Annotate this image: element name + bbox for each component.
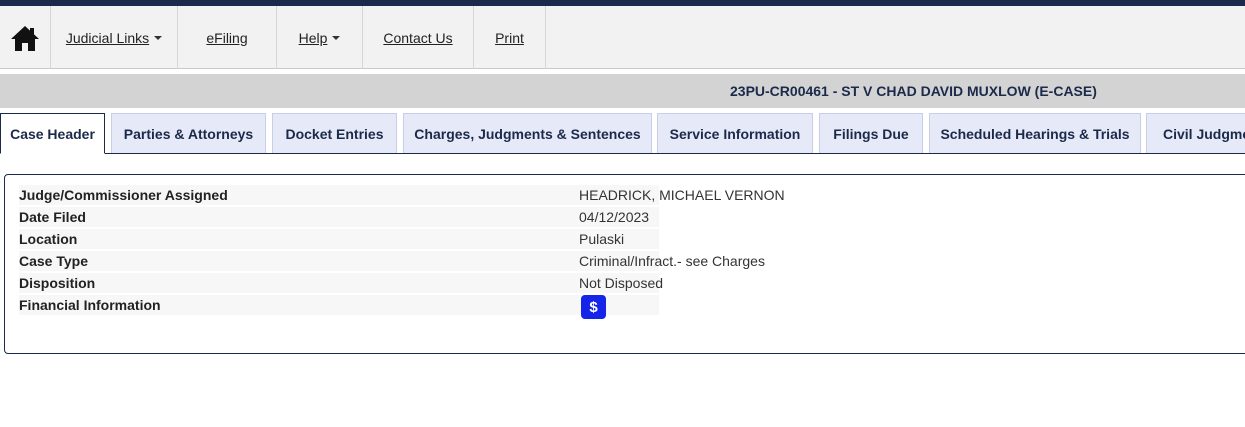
tab-civil-judgments[interactable]: Civil Judgments	[1146, 113, 1245, 153]
tab-docket-entries[interactable]: Docket Entries	[272, 113, 397, 153]
detail-label: Location	[19, 231, 78, 247]
nav-judicial-links[interactable]: Judicial Links	[51, 6, 178, 69]
nav-contact-us[interactable]: Contact Us	[363, 6, 474, 69]
detail-row: Case Type Criminal/Infract.- see Charges	[19, 251, 765, 271]
detail-row: Disposition Not Disposed	[19, 273, 663, 293]
tab-case-header[interactable]: Case Header	[0, 113, 105, 154]
tab-service-information[interactable]: Service Information	[657, 113, 813, 153]
detail-value: 04/12/2023	[579, 209, 650, 225]
case-title: 23PU-CR00461 - ST V CHAD DAVID MUXLOW (E…	[730, 83, 1097, 99]
detail-label: Judge/Commissioner Assigned	[19, 187, 228, 203]
detail-row: Judge/Commissioner Assigned HEADRICK, MI…	[19, 185, 785, 205]
nav-judicial-links-label: Judicial Links	[65, 29, 150, 46]
tab-filings-due[interactable]: Filings Due	[819, 113, 923, 153]
tab-scheduled-hearings-trials[interactable]: Scheduled Hearings & Trials	[929, 113, 1141, 153]
detail-value: Pulaski	[579, 231, 625, 247]
case-title-bar: 23PU-CR00461 - ST V CHAD DAVID MUXLOW (E…	[0, 74, 1245, 108]
chevron-down-icon	[154, 35, 163, 40]
nav-efiling[interactable]: eFiling	[178, 6, 277, 69]
top-nav-bar: Judicial Links eFiling Help Contact Us P…	[0, 6, 1245, 69]
detail-value: Not Disposed	[579, 275, 664, 291]
detail-label: Disposition	[19, 275, 96, 291]
detail-label: Case Type	[19, 253, 88, 269]
financial-info-button[interactable]: $	[581, 295, 606, 319]
detail-row: Financial Information	[19, 295, 659, 315]
tab-bar: Case Header Parties & Attorneys Docket E…	[0, 113, 1245, 154]
detail-label: Date Filed	[19, 209, 86, 225]
tab-parties-attorneys[interactable]: Parties & Attorneys	[111, 113, 266, 153]
detail-value: Criminal/Infract.- see Charges	[579, 253, 765, 269]
detail-row: Date Filed 04/12/2023	[19, 207, 659, 227]
nav-efiling-label: eFiling	[206, 29, 248, 46]
chevron-down-icon	[332, 35, 341, 40]
nav-help[interactable]: Help	[277, 6, 363, 69]
home-icon	[11, 25, 39, 51]
nav-contact-us-label: Contact Us	[383, 29, 453, 46]
tab-charges-judgments-sentences[interactable]: Charges, Judgments & Sentences	[403, 113, 652, 153]
nav-print-label: Print	[495, 29, 524, 46]
detail-value: HEADRICK, MICHAEL VERNON	[579, 187, 785, 203]
nav-print[interactable]: Print	[474, 6, 546, 69]
home-button[interactable]	[0, 6, 51, 69]
dollar-icon: $	[589, 298, 598, 316]
nav-help-label: Help	[298, 29, 328, 46]
case-header-panel: Judge/Commissioner Assigned HEADRICK, MI…	[4, 174, 1245, 354]
detail-label: Financial Information	[19, 297, 161, 313]
detail-row: Location Pulaski	[19, 229, 659, 249]
